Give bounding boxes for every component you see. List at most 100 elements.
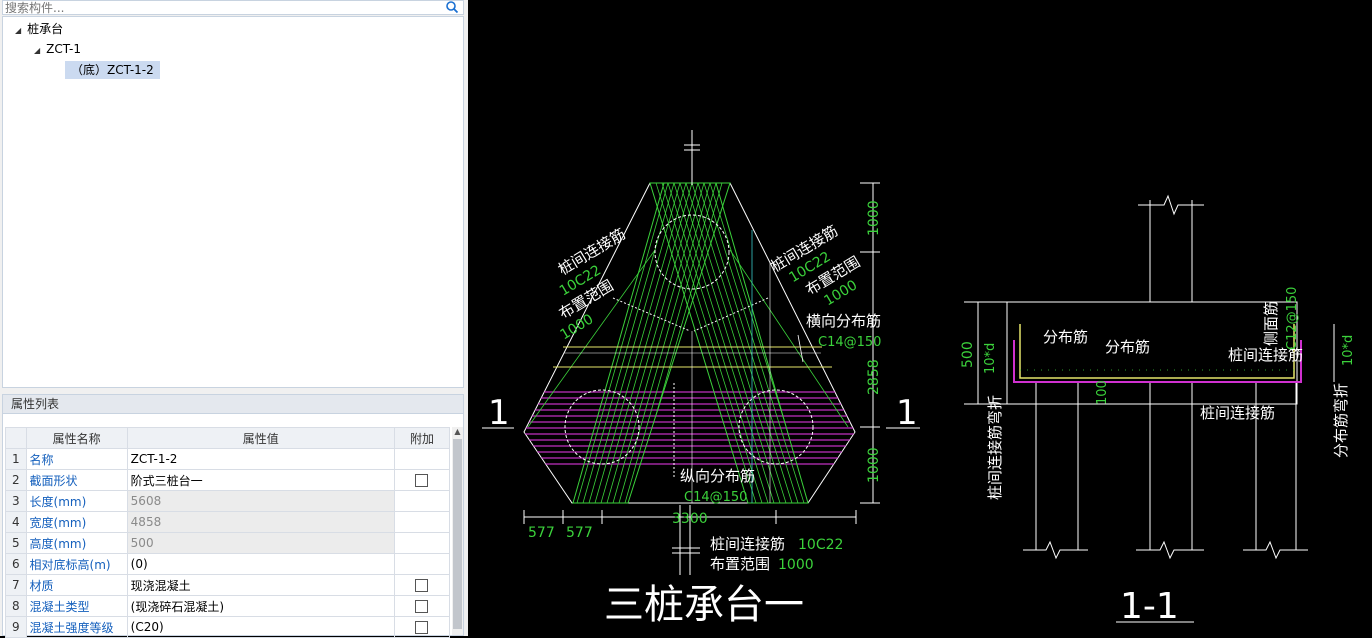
scroll-up-arrow-icon[interactable]: ▲ (452, 427, 463, 437)
label-bottom-link-spec: 10C22 (798, 537, 843, 553)
expand-arrow-icon[interactable]: ◢ (15, 22, 21, 40)
dim-1000-bottom: 1000 (866, 447, 882, 483)
extra-checkbox[interactable] (415, 621, 429, 634)
table-row[interactable]: 6 相对底标高(m) (0) (5, 553, 451, 575)
search-input[interactable] (5, 1, 435, 14)
property-value: 4858 (126, 511, 395, 533)
tree-node-label: ZCT-1 (46, 42, 81, 56)
plan-title: 三桩承台一 (604, 582, 804, 628)
property-name: 混凝土类型 (25, 595, 128, 617)
extra-checkbox[interactable] (415, 474, 429, 487)
label-longitudinal: 纵向分布筋 (680, 467, 755, 485)
pile-cap-plan: 1 1 1000 2858 1000 577 577 3300 桩间连接筋 10… (482, 130, 920, 628)
table-row[interactable]: 8 混凝土类型 (现浇碎石混凝土) (5, 595, 451, 617)
component-tree: ◢ 桩承台 ◢ ZCT-1 （底）ZCT-1-2 (2, 16, 464, 388)
link-rebar-strip-left (576, 183, 723, 503)
table-row[interactable]: 9 混凝土强度等级 (C20) (5, 616, 451, 638)
label-bottom-link: 桩间连接筋 (710, 535, 785, 553)
row-index: 3 (5, 490, 27, 512)
dim-577-b: 577 (566, 525, 593, 541)
table-header-name: 属性名称 (25, 427, 128, 449)
left-panel: ◢ 桩承台 ◢ ZCT-1 （底）ZCT-1-2 属性列表 属性名称 属性值 附加 … (0, 0, 468, 638)
label-bottom-range: 布置范围 (710, 555, 770, 573)
dim-3300: 3300 (672, 511, 708, 527)
tree-node-leaf[interactable]: （底）ZCT-1-2 (65, 61, 160, 79)
tree-node-child[interactable]: ◢ ZCT-1 (34, 40, 81, 58)
table-header-extra: 附加 (393, 427, 451, 449)
row-index: 8 (5, 595, 27, 617)
dim-577-a: 577 (528, 525, 555, 541)
sec-dim-10d-left: 10*d (983, 343, 998, 374)
property-value[interactable]: 现浇混凝土 (126, 574, 395, 596)
transverse-rebar (524, 391, 855, 465)
sec-label-link2: 桩间连接筋 (1200, 404, 1275, 422)
table-row[interactable]: 1 名称 ZCT-1-2 (5, 448, 451, 470)
property-value[interactable]: (0) (126, 553, 395, 575)
table-header-index (5, 427, 27, 449)
property-name: 混凝土强度等级 (25, 616, 128, 638)
label-transverse-spec: C14@150 (818, 335, 881, 350)
table-header-value: 属性值 (126, 427, 395, 449)
row-index: 1 (5, 448, 27, 470)
property-extra (393, 574, 451, 596)
property-name: 高度(mm) (25, 532, 128, 554)
dim-2858: 2858 (866, 359, 882, 395)
property-scrollbar[interactable]: ▲ (452, 427, 463, 635)
property-name: 相对底标高(m) (25, 553, 128, 575)
cad-drawing-canvas[interactable]: 1 1 1000 2858 1000 577 577 3300 桩间连接筋 10… (468, 0, 1372, 636)
sec-label-dist1: 分布筋 (1043, 328, 1088, 346)
row-index: 6 (5, 553, 27, 575)
tree-node-root[interactable]: ◢ 桩承台 (15, 20, 63, 38)
leader-line (797, 334, 804, 363)
property-name: 宽度(mm) (25, 511, 128, 533)
property-value: 5608 (126, 490, 395, 512)
sec-dim-10d-right: 10*d (1341, 335, 1356, 366)
table-row[interactable]: 5 高度(mm) 500 (5, 532, 451, 554)
sec-label-side: 侧面筋 (1262, 301, 1280, 346)
section-view: 500 10*d 100 10*d 分布筋 分布筋 桩间连接筋 桩间连接筋 侧面… (960, 194, 1356, 627)
property-name: 名称 (25, 448, 128, 470)
section-mark-right: 1 (896, 393, 918, 433)
break-line-icon (1138, 194, 1204, 216)
property-extra (393, 469, 451, 491)
row-index: 9 (5, 616, 27, 638)
extra-checkbox[interactable] (415, 579, 429, 592)
row-index: 7 (5, 574, 27, 596)
sec-label-dist2: 分布筋 (1105, 338, 1150, 356)
row-index: 5 (5, 532, 27, 554)
section-title: 1-1 (1120, 586, 1179, 627)
scroll-thumb[interactable] (453, 439, 462, 629)
tree-node-label: 桩承台 (27, 22, 64, 36)
property-value[interactable]: ZCT-1-2 (126, 448, 395, 470)
property-name: 截面形状 (25, 469, 128, 491)
row-index: 4 (5, 511, 27, 533)
search-box[interactable] (2, 0, 464, 15)
extra-checkbox[interactable] (415, 600, 429, 613)
table-row[interactable]: 7 材质 现浇混凝土 (5, 574, 451, 596)
sec-label-side-spec: C12@150 (1285, 287, 1300, 350)
label-link-left: 桩间连接筋 10C22 布置范围 1000 (555, 225, 629, 344)
sec-label-dist-bend: 分布筋弯折 (1332, 383, 1350, 458)
table-row[interactable]: 3 长度(mm) 5608 (5, 490, 451, 512)
label-bottom-range-val: 1000 (778, 557, 814, 573)
property-name: 长度(mm) (25, 490, 128, 512)
table-row[interactable]: 2 截面形状 阶式三桩台一 (5, 469, 451, 491)
property-value[interactable]: (现浇碎石混凝土) (126, 595, 395, 617)
property-name: 材质 (25, 574, 128, 596)
property-extra (393, 595, 451, 617)
sec-dim-500: 500 (960, 341, 976, 368)
expand-arrow-icon[interactable]: ◢ (34, 42, 40, 60)
property-table: 属性名称 属性值 附加 1 名称 ZCT-1-2 2 截面形状 阶式三桩台一 3… (5, 427, 451, 638)
section-mark-left: 1 (488, 393, 510, 433)
table-row[interactable]: 4 宽度(mm) 4858 (5, 511, 451, 533)
property-value: 500 (126, 532, 395, 554)
property-extra (393, 490, 451, 512)
property-extra (393, 532, 451, 554)
property-extra (393, 511, 451, 533)
property-value[interactable]: 阶式三桩台一 (126, 469, 395, 491)
sec-label-link-bend: 桩间连接筋弯折 (986, 395, 1004, 500)
property-extra (393, 448, 451, 470)
property-value[interactable]: (C20) (126, 616, 395, 638)
search-icon[interactable] (445, 0, 459, 14)
sec-dim-100: 100 (1095, 380, 1110, 405)
